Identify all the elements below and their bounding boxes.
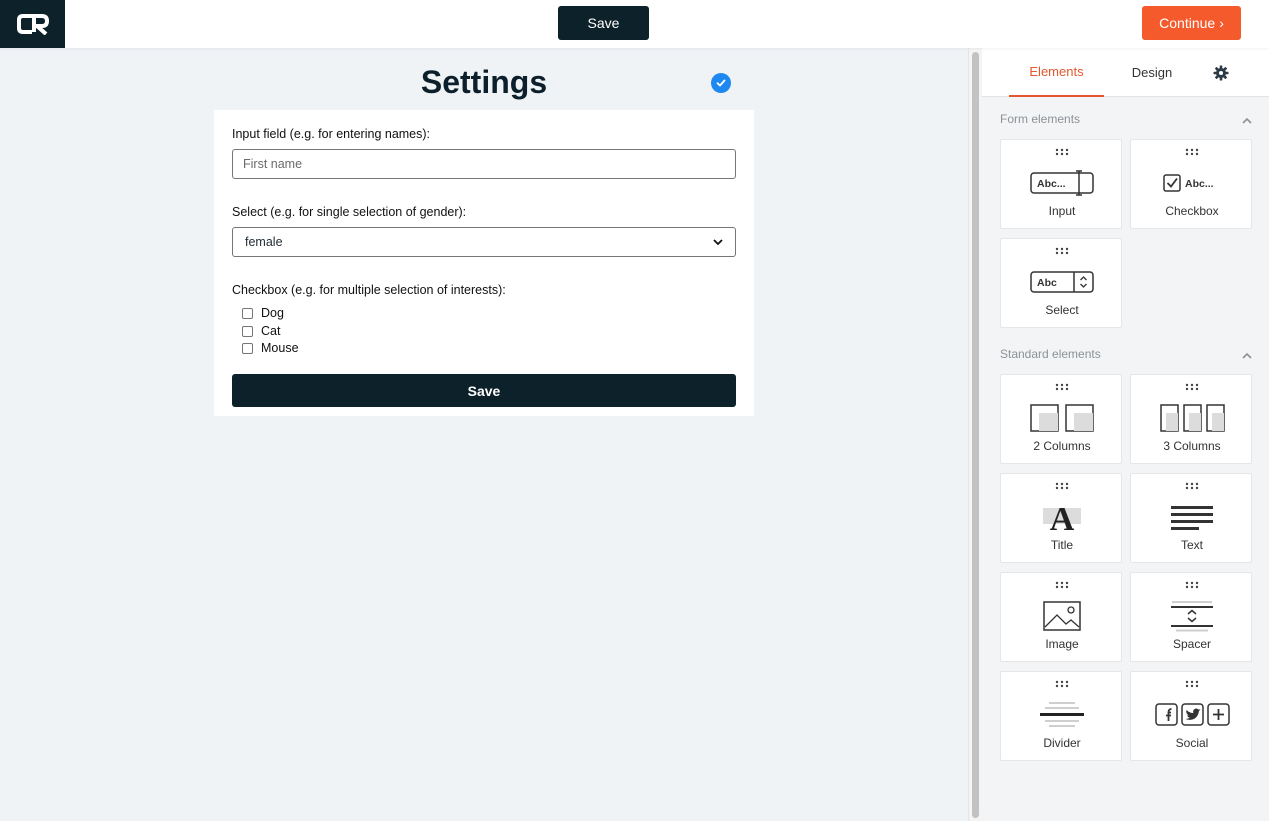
element-tile-label: Text [1180,538,1203,552]
tab-elements[interactable]: Elements [1009,48,1104,97]
element-tile-label: Social [1175,736,1209,750]
drag-handle-icon[interactable] [1053,482,1071,490]
svg-text:Abc...: Abc... [1037,178,1066,190]
editor-canvas: Settings Input field (e.g. for entering … [0,48,968,821]
gender-select-value: female [245,235,283,249]
element-tile-spacer[interactable]: Spacer [1130,572,1252,662]
checkbox[interactable] [242,325,253,337]
image-icon [1001,597,1123,635]
page-title[interactable]: Settings [0,64,968,101]
element-tile-input[interactable]: Abc... Input [1000,139,1122,229]
element-tile-label: Image [1045,637,1079,651]
drag-handle-icon[interactable] [1053,148,1071,156]
drag-handle-icon[interactable] [1053,581,1071,589]
social-icon [1131,696,1253,734]
select-field-label: Select (e.g. for single selection of gen… [232,205,467,219]
element-tile-image[interactable]: Image [1000,572,1122,662]
chevron-down-icon [713,239,723,246]
checkbox-option-mouse[interactable]: Mouse [242,341,299,355]
element-tile-checkbox[interactable]: Abc... Checkbox [1130,139,1252,229]
element-tile-3-columns[interactable]: 3 Columns [1130,374,1252,464]
tab-design[interactable]: Design [1112,48,1192,97]
element-tile-label: 2 Columns [1033,439,1091,453]
drag-handle-icon[interactable] [1183,581,1201,589]
gear-icon [1213,65,1229,80]
element-tile-text[interactable]: Text [1130,473,1252,563]
chevron-right-icon: › [1219,15,1224,31]
element-tile-title[interactable]: A Title [1000,473,1122,563]
chevron-up-icon[interactable] [1241,115,1253,127]
select-icon: Abc [1001,263,1123,301]
top-bar: Save Continue › [0,0,1269,48]
checkbox-option-cat[interactable]: Cat [242,324,280,338]
logo[interactable] [0,0,65,48]
continue-button[interactable]: Continue › [1142,6,1241,40]
checkbox-option-label: Cat [261,324,281,338]
svg-text:Abc...: Abc... [1185,178,1214,190]
logo-icon [16,14,49,35]
divider-icon [1001,696,1123,734]
checkbox-option-dog[interactable]: Dog [242,306,284,320]
title-icon: A [1001,498,1123,536]
standard-elements-heading: Standard elements [1000,347,1101,361]
tab-settings[interactable] [1206,48,1236,97]
svg-text:Abc: Abc [1037,277,1057,289]
scrollbar-thumb[interactable] [972,52,979,818]
chevron-up-icon[interactable] [1241,350,1253,362]
checkbox[interactable] [242,307,253,319]
element-tile-label: Input [1048,204,1076,218]
three-columns-icon [1131,399,1253,437]
input-icon: Abc... [1001,164,1123,202]
element-tile-2-columns[interactable]: 2 Columns [1000,374,1122,464]
drag-handle-icon[interactable] [1183,680,1201,688]
element-tile-label: Select [1045,303,1079,317]
elements-panel: Elements Design Form elements Abc... Inp… [982,48,1269,821]
continue-label: Continue [1159,15,1216,31]
element-tile-label: Title [1050,538,1074,552]
element-tile-label: Checkbox [1165,204,1219,218]
checkbox-option-label: Mouse [261,341,299,355]
checkbox-field-label: Checkbox (e.g. for multiple selection of… [232,283,506,297]
text-icon [1131,498,1253,536]
element-tile-divider[interactable]: Divider [1000,671,1122,761]
top-save-button[interactable]: Save [558,6,649,40]
svg-text:A: A [1050,501,1075,534]
element-tile-label: Spacer [1172,637,1212,651]
drag-handle-icon[interactable] [1053,383,1071,391]
drag-handle-icon[interactable] [1053,680,1071,688]
element-tile-social[interactable]: Social [1130,671,1252,761]
two-columns-icon [1001,399,1123,437]
checkbox-icon: Abc... [1131,164,1253,202]
canvas-scrollbar[interactable] [968,48,982,821]
checkbox-option-label: Dog [261,306,284,320]
first-name-input[interactable] [232,149,736,179]
gender-select[interactable]: female [232,227,736,257]
check-circle-icon[interactable] [711,73,731,93]
drag-handle-icon[interactable] [1183,148,1201,156]
form-elements-heading: Form elements [1000,112,1081,126]
drag-handle-icon[interactable] [1183,383,1201,391]
drag-handle-icon[interactable] [1053,247,1071,255]
element-tile-label: Divider [1043,736,1081,750]
spacer-icon [1131,597,1253,635]
input-field-label: Input field (e.g. for entering names): [232,127,431,141]
drag-handle-icon[interactable] [1183,482,1201,490]
form-save-button[interactable]: Save [232,374,736,407]
element-tile-select[interactable]: Abc Select [1000,238,1122,328]
panel-tabs: Elements Design [982,48,1269,97]
element-tile-label: 3 Columns [1163,439,1221,453]
checkbox[interactable] [242,342,253,354]
form-card: Input field (e.g. for entering names): S… [214,110,754,416]
